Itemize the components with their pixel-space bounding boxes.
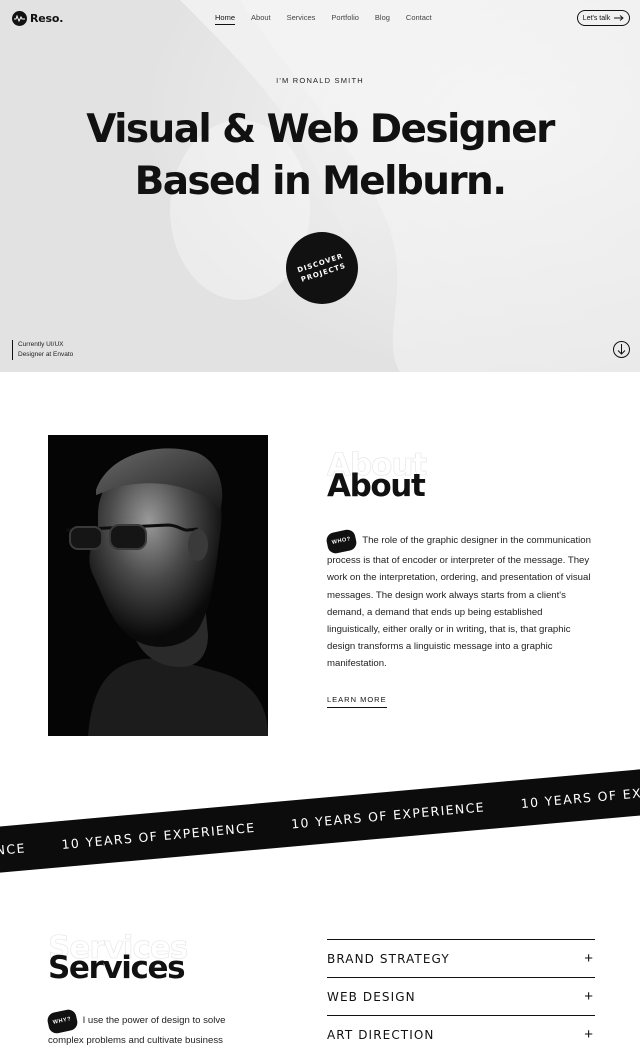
plus-icon: +: [584, 988, 593, 1005]
who-badge: WHO?: [325, 528, 359, 556]
top-navigation: Reso. Home About Services Portfolio Blog…: [0, 0, 640, 36]
nav-item-home[interactable]: Home: [215, 13, 236, 25]
service-item-brand-strategy[interactable]: BRAND STRATEGY +: [327, 939, 595, 977]
hero-title: Visual & Web Designer Based in Melburn.: [0, 104, 640, 208]
lets-talk-button[interactable]: Let's talk: [577, 10, 630, 26]
portrait-photo: [48, 435, 268, 736]
about-text: The role of the graphic designer in the …: [327, 535, 591, 670]
arrow-down-icon: [617, 344, 626, 355]
services-paragraph: WHY? I use the power of design to solve c…: [46, 1008, 248, 1051]
ribbon-item: 10 YEARS OF EXPERIENCE: [0, 839, 27, 872]
hero-section: Reso. Home About Services Portfolio Blog…: [0, 0, 640, 372]
nav-item-about[interactable]: About: [251, 13, 271, 25]
ribbon-track: 10 YEARS OF EXPERIENCE 10 YEARS OF EXPER…: [0, 778, 640, 872]
about-paragraph: WHO? The role of the graphic designer in …: [325, 528, 597, 673]
plus-icon: +: [584, 1026, 593, 1043]
plus-icon: +: [584, 950, 593, 967]
hero-note-line-1: Currently UI/UX: [18, 341, 64, 348]
logo-text: Reso.: [30, 12, 64, 25]
arrow-right-icon: [614, 15, 624, 21]
learn-more-link[interactable]: LEARN MORE: [327, 695, 387, 708]
brand-logo[interactable]: Reso.: [12, 11, 63, 26]
service-label: ART DIRECTION: [327, 1027, 435, 1042]
nav-item-portfolio[interactable]: Portfolio: [331, 13, 359, 25]
scroll-down-button[interactable]: [613, 341, 630, 358]
nav-item-services[interactable]: Services: [287, 13, 316, 25]
services-title: Services: [48, 950, 186, 986]
nav-item-contact[interactable]: Contact: [406, 13, 432, 25]
discover-projects-label: DISCOVER PROJECTS: [296, 252, 348, 284]
lets-talk-label: Let's talk: [582, 14, 611, 22]
hero-note-line-2: Designer at Envato: [18, 351, 74, 358]
hero-eyebrow: I'M RONALD SMITH: [276, 76, 364, 85]
why-badge: WHY?: [46, 1008, 79, 1035]
nav-item-blog[interactable]: Blog: [375, 13, 390, 25]
hero-title-line-1: Visual & Web Designer: [86, 107, 555, 152]
main-menu: Home About Services Portfolio Blog Conta…: [215, 13, 432, 25]
experience-ribbon: 10 YEARS OF EXPERIENCE 10 YEARS OF EXPER…: [0, 766, 640, 876]
ribbon-item: 10 YEARS OF EXPERIENCE: [290, 798, 486, 832]
service-label: WEB DESIGN: [327, 989, 416, 1004]
logo-wave-icon: [12, 11, 27, 26]
services-list: BRAND STRATEGY + WEB DESIGN + ART DIRECT…: [327, 939, 595, 1051]
service-item-web-design[interactable]: WEB DESIGN +: [327, 977, 595, 1015]
hero-title-line-2: Based in Melburn.: [134, 159, 507, 204]
service-item-art-direction[interactable]: ART DIRECTION +: [327, 1015, 595, 1051]
discover-projects-button[interactable]: DISCOVER PROJECTS: [286, 232, 358, 304]
ribbon-item: 10 YEARS OF EXPERIENCE: [60, 819, 256, 852]
hero-current-role: Currently UI/UX Designer at Envato: [12, 340, 73, 360]
service-label: BRAND STRATEGY: [327, 951, 450, 966]
about-title: About: [327, 468, 426, 504]
ribbon-item: 10 YEARS OF EXPERIENCE: [520, 778, 640, 811]
